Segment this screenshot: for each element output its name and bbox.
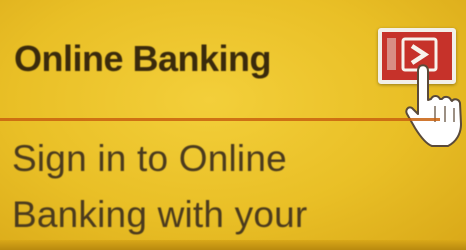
header-divider	[0, 118, 440, 121]
description-line-1: Sign in to Online	[12, 138, 287, 179]
panel-title: Online Banking	[14, 38, 272, 79]
bottom-edge	[0, 240, 466, 250]
hand-pointer-icon	[405, 64, 462, 147]
description-line-2: Banking with your	[12, 194, 308, 235]
panel-header: Online Banking	[0, 0, 466, 147]
online-banking-panel: Online Banking Sign in to Online Banking…	[0, 0, 466, 250]
